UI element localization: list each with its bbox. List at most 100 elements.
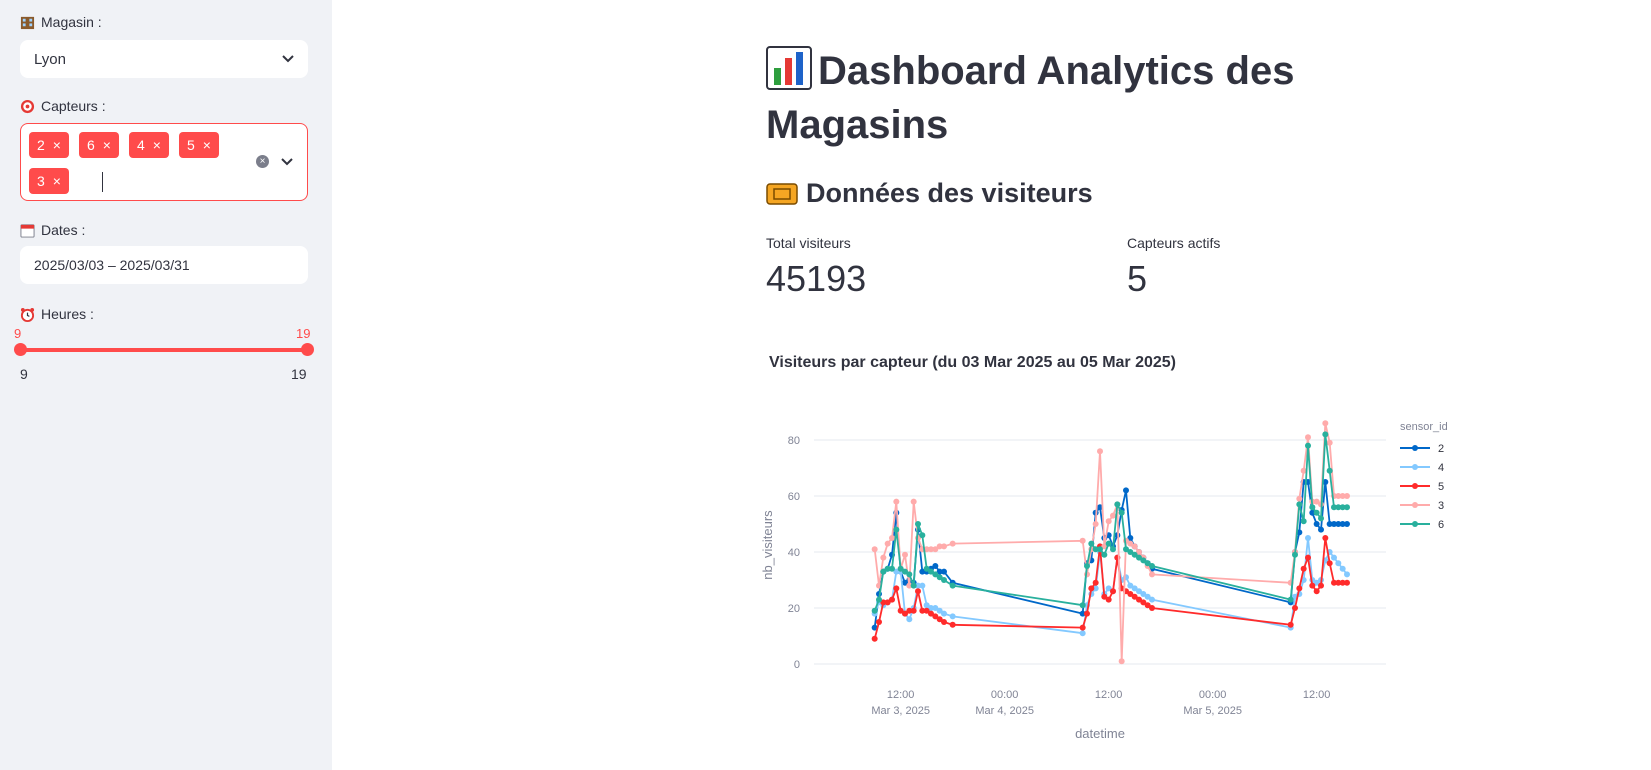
data-point [915,588,921,595]
text-caret[interactable] [102,172,103,192]
page-title-text: Dashboard Analytics des Magasins [766,49,1295,147]
data-point [1296,495,1303,502]
capteurs-multiselect[interactable]: 2 × 6 × 4 × 5 × 3 × × [20,123,308,201]
slider-high-value: 19 [296,326,311,341]
series-line-2 [873,481,1347,628]
data-point [1110,512,1116,519]
data-point [1149,605,1155,611]
data-point [1092,521,1099,527]
data-point [1088,585,1095,592]
data-point [1322,431,1329,438]
x-tick-label: 12:00 [1095,689,1123,701]
tag-close-icon[interactable]: × [203,137,211,153]
clear-icon[interactable]: × [256,155,269,168]
building-icon [20,16,35,29]
data-point [915,521,921,527]
hours-slider-track[interactable] [20,348,308,352]
data-point [949,540,956,547]
main-content: Dashboard Analytics des Magasins Données… [332,0,1651,770]
sensor-tag[interactable]: 2 × [29,132,69,158]
tag-close-icon[interactable]: × [53,173,61,189]
data-point [919,582,926,589]
data-point [1322,420,1329,427]
y-tick-label: 20 [788,603,800,615]
data-point [906,616,913,623]
x-tick-label: 00:00 [991,689,1019,701]
data-point [949,621,956,628]
sensor-tag[interactable]: 3 × [29,168,69,194]
data-point [1305,442,1311,449]
data-point [1309,504,1316,511]
magasin-select[interactable]: Lyon [20,40,308,78]
capteurs-label: Capteurs : [20,98,106,114]
slider-high-thumb[interactable] [301,343,314,356]
sensor-tag[interactable]: 5 × [179,132,219,158]
data-point [1118,509,1125,516]
data-point [932,563,939,569]
tag-label: 6 [87,137,95,153]
data-point [941,619,947,625]
dates-label-text: Dates : [41,222,86,238]
data-point [1300,518,1307,525]
data-point [949,613,956,620]
data-point [1097,448,1103,455]
data-point [880,554,887,561]
page-title: Dashboard Analytics des Magasins [766,44,1366,152]
data-point [1105,540,1112,547]
sensor-tag[interactable]: 4 × [129,132,169,158]
data-point [1313,588,1320,595]
chart-title: Visiteurs par capteur (du 03 Mar 2025 au… [769,354,1177,371]
data-point [1339,565,1346,572]
tag-label: 3 [37,173,45,189]
data-point [1326,439,1333,446]
x-tick-label: 12:00 [1303,689,1331,701]
data-point [1309,582,1316,589]
data-point [1114,501,1121,508]
data-point [941,568,947,575]
legend-item-label: 3 [1438,500,1444,512]
legend-item-label: 2 [1438,443,1444,455]
data-point [1079,537,1086,544]
data-point [1344,504,1350,511]
tag-close-icon[interactable]: × [53,137,61,153]
data-point [1344,521,1350,527]
data-point [884,540,891,547]
data-point [1322,535,1329,541]
tag-close-icon[interactable]: × [153,137,161,153]
data-point [1105,518,1112,525]
legend-item-label: 5 [1438,481,1444,493]
heures-label: Heures : [20,306,94,322]
data-point [889,565,895,572]
chevron-down-icon[interactable] [281,158,293,166]
x-tick-sublabel: Mar 4, 2025 [975,705,1034,717]
tag-label: 5 [187,137,195,153]
metric-sensors-label: Capteurs actifs [1127,235,1221,251]
data-point [1344,493,1350,499]
data-point [1313,509,1320,516]
section-title-text: Données des visiteurs [806,178,1093,208]
legend-item-label: 4 [1438,462,1444,474]
data-point [1131,543,1138,550]
data-point [1123,487,1129,494]
data-point [1335,560,1342,567]
data-point [1326,467,1333,474]
x-tick-label: 00:00 [1199,689,1227,701]
data-point [1318,582,1324,589]
data-point [1110,546,1116,553]
tag-label: 2 [37,137,45,153]
slider-low-thumb[interactable] [14,343,27,356]
target-icon [20,99,35,113]
line-chart[interactable]: 0 20 40 60 80 12:00 Mar 3, 2025 00:00 Mar 4, 202… [760,418,1480,758]
tag-close-icon[interactable]: × [103,137,111,153]
data-point [1300,565,1307,572]
data-point [941,543,947,550]
data-point [1318,515,1324,522]
legend-swatch-dot [1412,483,1418,489]
data-point [1287,621,1294,628]
data-point [910,582,917,589]
data-point [893,585,900,592]
sensor-tag[interactable]: 6 × [79,132,119,158]
data-point [910,498,917,505]
dates-input[interactable]: 2025/03/03 – 2025/03/31 [20,246,308,284]
data-point [1313,521,1320,527]
